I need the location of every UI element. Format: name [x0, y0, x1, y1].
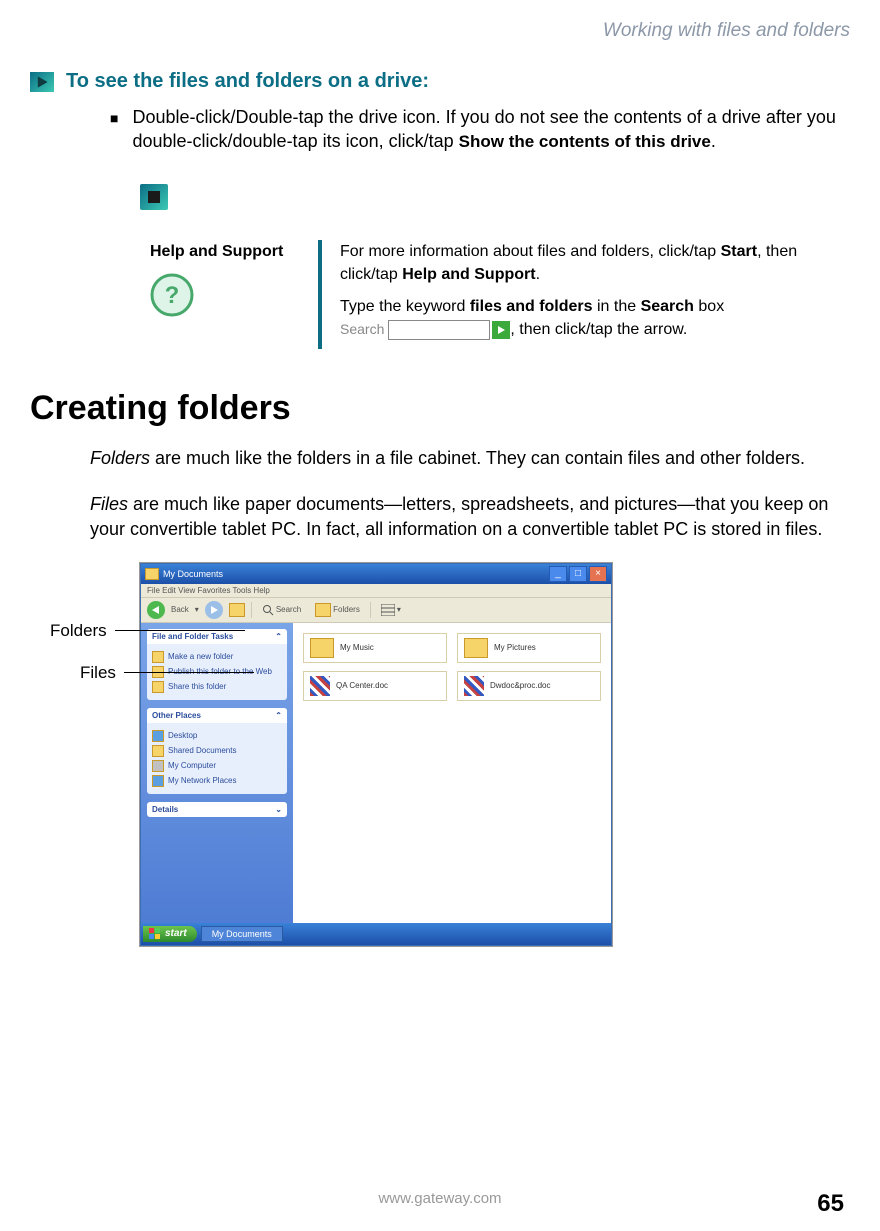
folders-button[interactable]: Folders: [311, 602, 364, 618]
maximize-button[interactable]: □: [569, 566, 587, 582]
folder-icon: [310, 638, 334, 658]
panel-other-places: Other Places ⌃ Desktop Shared Documents …: [147, 708, 287, 794]
para-folders: Folders are much like the folders in a f…: [90, 446, 850, 470]
folder-icon: [464, 638, 488, 658]
help-label: Help and Support: [150, 240, 300, 263]
minimize-button[interactable]: _: [549, 566, 567, 582]
window-icon: [145, 568, 159, 580]
help-divider: [318, 240, 322, 349]
term-files: Files: [90, 494, 128, 514]
instruction-text: Double-click/Double-tap the drive icon. …: [132, 105, 850, 154]
taskbar-button[interactable]: My Documents: [201, 926, 283, 942]
window-title: My Documents: [163, 569, 223, 579]
views-button[interactable]: ▾: [377, 603, 405, 617]
section-title: To see the files and folders on a drive:: [66, 70, 429, 93]
search-go-arrow-icon: [492, 321, 510, 339]
search-input-graphic: [388, 320, 490, 340]
file-icon: [464, 676, 484, 696]
instruction-bullet: ■ Double-click/Double-tap the drive icon…: [110, 105, 850, 154]
back-button[interactable]: [147, 601, 165, 619]
window-toolbar: Back ▾ Search Folders ▾: [141, 598, 611, 623]
file-area[interactable]: My Music My Pictures QA Center.doc Dwdoc…: [293, 623, 611, 923]
search-label: Search: [340, 319, 384, 339]
term-folders: Folders: [90, 448, 150, 468]
search-box-graphic: Search: [340, 319, 510, 339]
collapse-icon[interactable]: ⌃: [275, 632, 282, 641]
start-button[interactable]: start: [143, 926, 197, 942]
footer-url: www.gateway.com: [378, 1190, 501, 1207]
file-item[interactable]: QA Center.doc: [303, 671, 447, 701]
help-question-icon: ?: [150, 273, 194, 317]
help-para-1: For more information about files and fol…: [340, 240, 810, 286]
page-number: 65: [817, 1190, 844, 1218]
para-files-body: are much like paper documents—letters, s…: [90, 494, 828, 538]
para-folders-body: are much like the folders in a file cabi…: [150, 448, 805, 468]
instruction-bold: Show the contents of this drive: [459, 132, 711, 151]
sidebar-link[interactable]: My Computer: [152, 760, 282, 772]
up-button[interactable]: [229, 603, 245, 617]
svg-text:?: ?: [165, 282, 180, 309]
file-item[interactable]: Dwdoc&proc.doc: [457, 671, 601, 701]
file-icon: [310, 676, 330, 696]
help-para-2: Type the keyword files and folders in th…: [340, 295, 810, 341]
close-button[interactable]: ×: [589, 566, 607, 582]
callout-folders: Folders: [50, 621, 245, 641]
end-section-icon: [140, 184, 168, 210]
callout-files: Files: [80, 663, 254, 683]
square-bullet-icon: ■: [110, 109, 118, 154]
expand-icon[interactable]: ⌄: [275, 805, 282, 814]
help-support-block: Help and Support ? For more information …: [150, 240, 850, 349]
forward-button[interactable]: [205, 601, 223, 619]
heading-creating-folders: Creating folders: [30, 389, 850, 428]
para-files: Files are much like paper documents—lett…: [90, 492, 850, 541]
back-label: Back: [171, 605, 189, 614]
search-button[interactable]: Search: [258, 603, 305, 617]
section-arrow-icon: [30, 72, 54, 92]
sidebar-link[interactable]: Shared Documents: [152, 745, 282, 757]
panel-details: Details ⌄: [147, 802, 287, 817]
breadcrumb: Working with files and folders: [30, 20, 850, 42]
folder-item[interactable]: My Music: [303, 633, 447, 663]
sidebar-link[interactable]: My Network Places: [152, 775, 282, 787]
instruction-text-part2: .: [711, 131, 716, 151]
window-titlebar: My Documents _ □ ×: [141, 564, 611, 584]
sidebar-link[interactable]: Desktop: [152, 730, 282, 742]
panel3-title: Details: [152, 805, 178, 814]
window-menu[interactable]: File Edit View Favorites Tools Help: [141, 584, 611, 598]
panel2-title: Other Places: [152, 711, 201, 720]
folder-item[interactable]: My Pictures: [457, 633, 601, 663]
sidebar-link[interactable]: Make a new folder: [152, 651, 282, 663]
collapse-icon[interactable]: ⌃: [275, 711, 282, 720]
taskbar: start My Documents: [141, 923, 611, 945]
